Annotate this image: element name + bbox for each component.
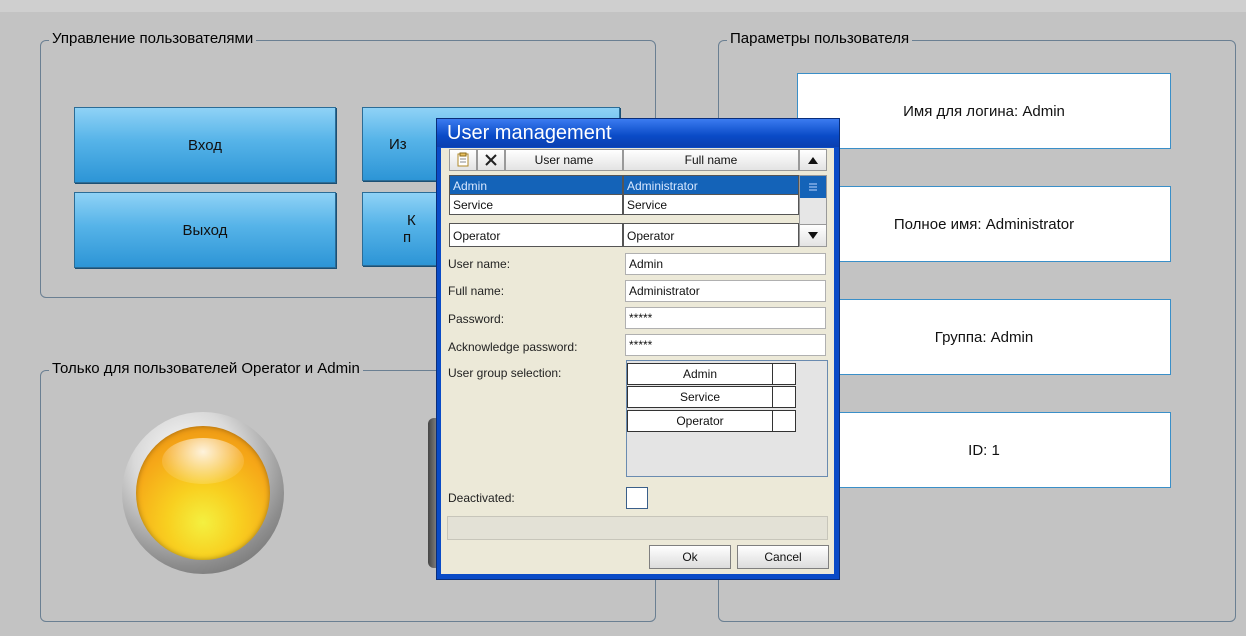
- column-header-full-name[interactable]: Full name: [623, 149, 799, 171]
- user-parameters-legend: Параметры пользователя: [727, 30, 913, 47]
- ok-button[interactable]: Ok: [649, 545, 731, 569]
- scroll-down-icon[interactable]: [799, 224, 827, 247]
- delete-user-icon[interactable]: [477, 149, 505, 171]
- login-button[interactable]: Вход: [74, 107, 336, 183]
- table-row-3-full-name[interactable]: Operator: [623, 223, 799, 247]
- password-label: Password:: [448, 312, 505, 326]
- id-display: ID: 1: [797, 412, 1171, 488]
- table-row-1-full-name[interactable]: Administrator: [623, 175, 799, 195]
- logout-button[interactable]: Выход: [74, 192, 336, 268]
- group-display: Группа: Admin: [797, 299, 1171, 375]
- group-option-operator[interactable]: Operator: [627, 410, 773, 432]
- full-name-field[interactable]: Administrator: [625, 280, 826, 302]
- table-row-1-user-name[interactable]: Admin: [449, 175, 623, 195]
- table-row-2-full-name[interactable]: Service: [623, 195, 799, 215]
- status-bar: [447, 516, 828, 540]
- scroll-thumb[interactable]: [800, 176, 826, 198]
- user-management-legend: Управление пользователями: [49, 30, 257, 47]
- group-option-admin[interactable]: Admin: [627, 363, 773, 385]
- operator-admin-legend: Только для пользователей Operator и Admi…: [49, 360, 363, 377]
- column-header-user-name[interactable]: User name: [505, 149, 623, 171]
- cancel-button-label: Cancel: [764, 550, 802, 564]
- change-user-button-label: Из: [389, 135, 407, 153]
- group-service-checkbox[interactable]: [772, 386, 796, 408]
- ack-password-field[interactable]: *****: [625, 334, 826, 356]
- group-selection-label: User group selection:: [448, 366, 562, 380]
- login-button-label: Вход: [188, 136, 222, 154]
- column-header-user-name-text: User name: [534, 153, 594, 167]
- table-row-2-user-name[interactable]: Service: [449, 195, 623, 215]
- scroll-up-icon[interactable]: [799, 149, 827, 171]
- logout-button-label: Выход: [182, 221, 228, 239]
- status-lamp-shine: [162, 438, 244, 484]
- ok-button-label: Ok: [682, 550, 698, 564]
- cancel-button[interactable]: Cancel: [737, 545, 829, 569]
- group-operator-checkbox[interactable]: [772, 410, 796, 432]
- deactivated-checkbox[interactable]: [626, 487, 648, 509]
- user-config-button-line2: п: [403, 229, 412, 246]
- group-text: Группа: Admin: [934, 328, 1034, 346]
- user-name-label: User name:: [448, 257, 511, 271]
- group-admin-checkbox[interactable]: [772, 363, 796, 385]
- top-strip: [0, 0, 1246, 12]
- column-header-full-name-text: Full name: [684, 153, 738, 167]
- password-field[interactable]: *****: [625, 307, 826, 329]
- full-name-label: Full name:: [448, 284, 505, 298]
- group-option-service[interactable]: Service: [627, 386, 773, 408]
- login-name-text: Имя для логина: Admin: [903, 102, 1065, 120]
- user-name-field[interactable]: Admin: [625, 253, 826, 275]
- full-name-text: Полное имя: Administrator: [893, 215, 1075, 233]
- ack-password-label: Acknowledge password:: [448, 340, 578, 354]
- dialog-title: User management: [437, 119, 839, 147]
- id-text: ID: 1: [968, 441, 1000, 459]
- table-row-3-user-name[interactable]: Operator: [449, 223, 623, 247]
- status-lamp-light: [136, 426, 270, 560]
- deactivated-label: Deactivated:: [448, 491, 515, 505]
- status-lamp-icon: [122, 412, 284, 574]
- login-name-display: Имя для логина: Admin: [797, 73, 1171, 149]
- full-name-display: Полное имя: Administrator: [797, 186, 1171, 262]
- user-config-button-line1: К: [407, 212, 416, 229]
- new-user-icon[interactable]: [449, 149, 477, 171]
